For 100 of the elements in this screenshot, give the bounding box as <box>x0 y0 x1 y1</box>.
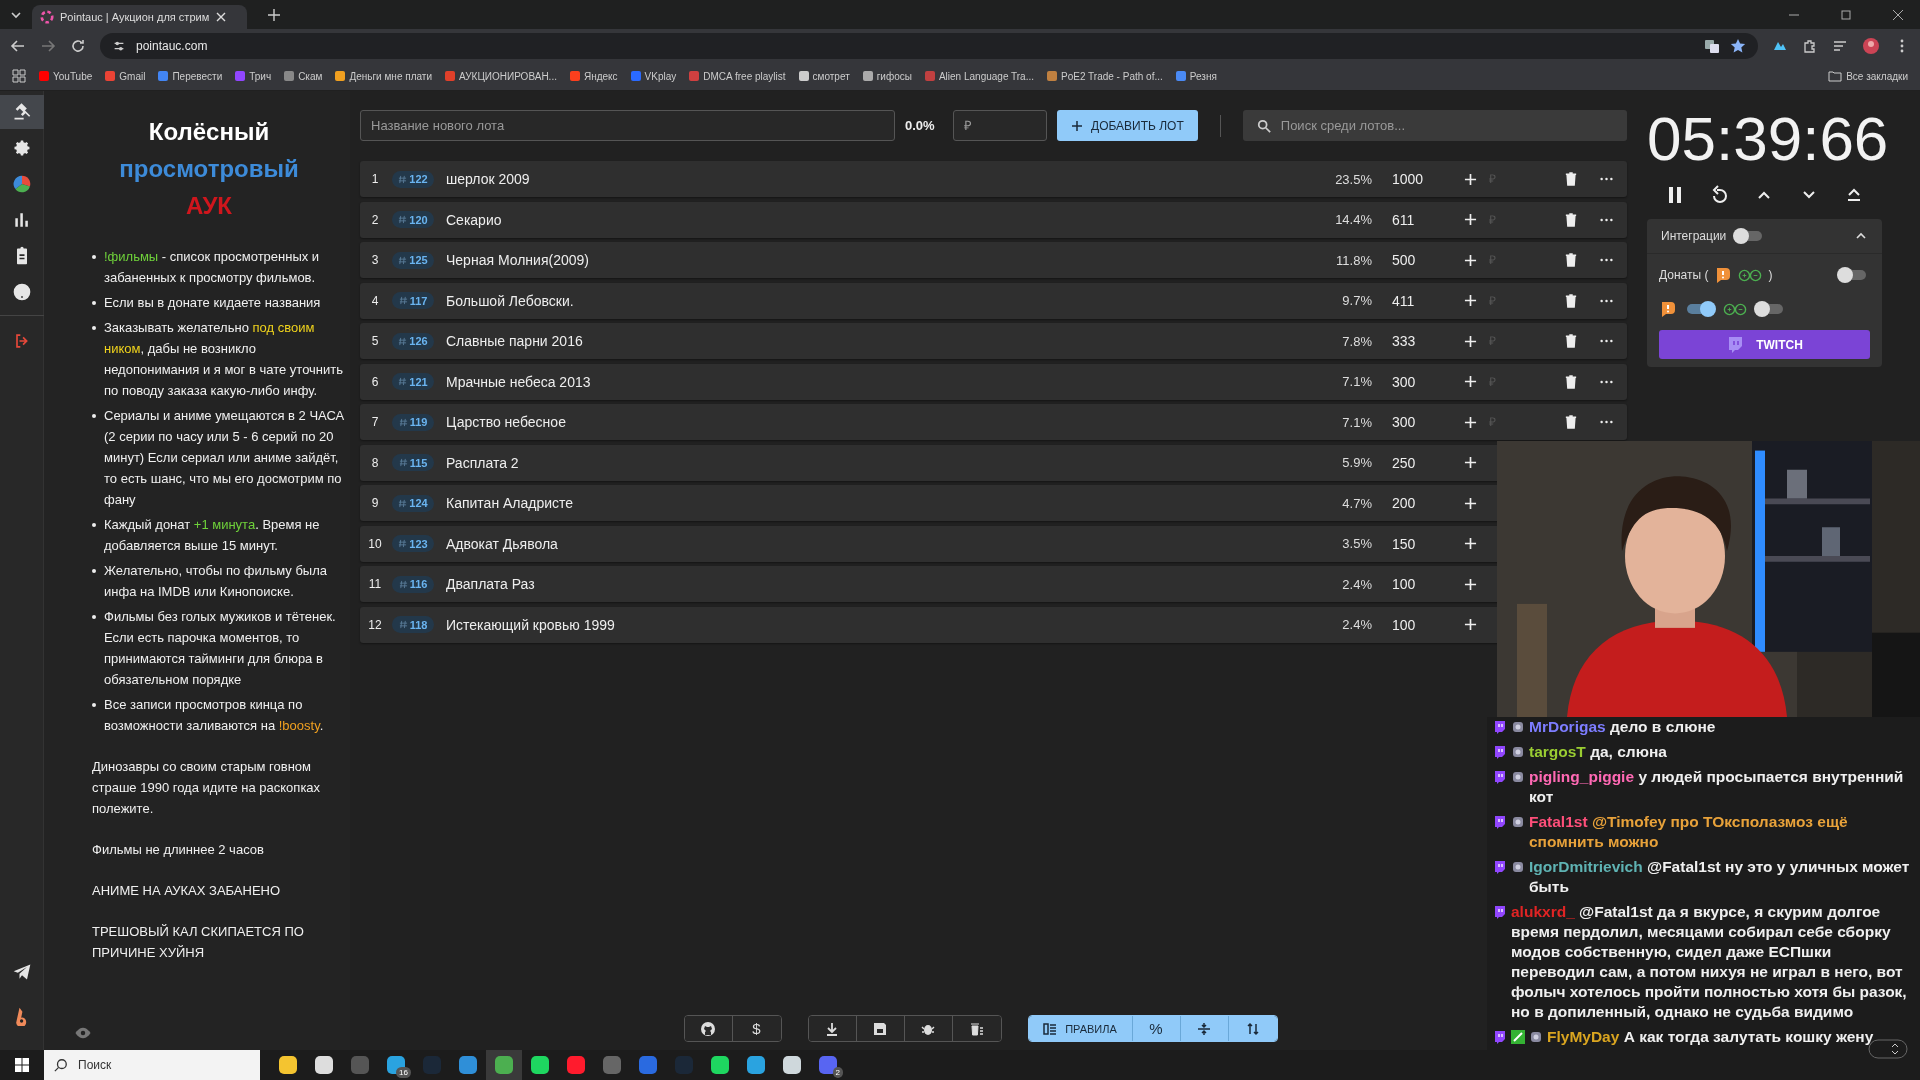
bookmark[interactable]: YouTube <box>39 70 93 82</box>
bookmark[interactable]: смотрет <box>798 70 850 82</box>
rules-button[interactable]: ПРАВИЛА <box>1028 1016 1133 1041</box>
add-amount-field[interactable]: ₽ <box>1487 368 1561 395</box>
plus-icon[interactable] <box>1464 334 1477 348</box>
bookmark[interactable]: Скам <box>284 70 323 82</box>
plus-icon[interactable] <box>1464 375 1477 388</box>
bookmark[interactable]: Яндекс <box>569 70 618 82</box>
trash-icon[interactable] <box>1565 374 1577 389</box>
add-amount-field[interactable]: ₽ <box>1487 328 1561 354</box>
all-bookmarks-link[interactable]: Все закладки <box>1828 69 1908 83</box>
trash-icon[interactable] <box>1565 172 1577 186</box>
more-icon[interactable] <box>1600 217 1613 222</box>
bookmark[interactable]: Трич <box>235 70 272 82</box>
trash-icon[interactable] <box>1565 334 1577 348</box>
new-tab-icon[interactable] <box>267 7 281 22</box>
bookmark[interactable]: Перевести <box>158 70 223 82</box>
browser-tab[interactable]: Pointauc | Аукцион для стрим <box>32 5 247 29</box>
add-amount-field[interactable]: ₽ <box>1487 166 1561 192</box>
github-button[interactable] <box>684 1016 733 1041</box>
donate-button[interactable]: $ <box>732 1016 781 1041</box>
add-amount-field[interactable]: ₽ <box>1487 287 1561 314</box>
plus-icon[interactable] <box>1464 172 1477 186</box>
chat-message: Fatal1st @Timofey про ТОксполазмоз ещё спомнить можно <box>1529 812 1849 852</box>
taskbar-app[interactable]: 2 <box>810 1050 846 1080</box>
lot-id-tag: 116 <box>392 575 434 593</box>
bookmark[interactable]: Резня <box>1175 70 1217 82</box>
bullet-dot <box>92 255 96 259</box>
bookmark[interactable]: Alien Language Tra... <box>924 70 1034 82</box>
close-window-icon[interactable] <box>1892 8 1904 21</box>
rule-note: АНИМЕ НА АУКАХ ЗАБАНЕНО <box>92 882 282 900</box>
bookmark[interactable]: PoE2 Trade - Path of... <box>1047 70 1163 82</box>
bookmark[interactable]: DMCA free playlist <box>689 70 786 82</box>
lot-name-field[interactable]: Название нового лота <box>360 110 895 141</box>
percent-button[interactable]: % <box>1132 1016 1181 1041</box>
add-amount-field[interactable]: ₽ <box>1487 206 1561 233</box>
hash-icon <box>398 620 408 629</box>
trash-icon[interactable] <box>1565 212 1577 227</box>
bookmark[interactable]: гифосы <box>862 70 912 82</box>
bookmark[interactable]: АУКЦИОНИРОВАН... <box>445 70 557 82</box>
trash-icon[interactable] <box>1565 293 1577 308</box>
more-icon[interactable] <box>1600 379 1613 384</box>
translate-icon[interactable] <box>1704 37 1720 54</box>
plus-icon[interactable] <box>1464 415 1477 429</box>
list-icon <box>1043 1021 1058 1036</box>
taskbar-search-field[interactable]: Поиск <box>44 1050 260 1080</box>
more-icon[interactable] <box>1600 177 1613 181</box>
toggle-switch[interactable] <box>1736 231 1763 241</box>
add-amount-field[interactable]: ₽ <box>1487 247 1561 273</box>
address-bar[interactable]: pointauc.com <box>100 32 1758 59</box>
download-button[interactable] <box>808 1016 857 1041</box>
compress-button[interactable] <box>1180 1016 1229 1041</box>
sort-button[interactable] <box>1228 1016 1277 1041</box>
nav-item[interactable] <box>0 95 44 129</box>
lot-amount: 100 <box>1391 576 1417 592</box>
back-icon[interactable] <box>10 37 26 54</box>
amount-field[interactable]: ₽ <box>953 110 1047 141</box>
plus-icon[interactable] <box>1464 294 1477 307</box>
bookmark[interactable]: VKplay <box>630 70 677 82</box>
plus-icon[interactable] <box>1464 253 1477 267</box>
chat-message: FlyMyDay А как тогда залутать кошку жену <box>1547 1027 1875 1047</box>
forward-icon[interactable] <box>40 37 56 54</box>
bug-button[interactable] <box>904 1016 953 1041</box>
toggle-switch[interactable] <box>1757 304 1783 314</box>
twitch-button[interactable]: TWITCH <box>1659 330 1870 359</box>
search-field[interactable]: Поиск среди лотов... <box>1242 110 1627 141</box>
taskbar-app[interactable]: 16 <box>378 1050 414 1080</box>
clear-button[interactable] <box>952 1016 1001 1041</box>
plus-icon[interactable] <box>1464 577 1477 591</box>
bookmark-icon <box>1175 71 1186 81</box>
add-amount-field[interactable]: ₽ <box>1487 409 1561 435</box>
maximize-icon[interactable] <box>1840 8 1852 21</box>
bookmark[interactable]: Деньги мне плати <box>335 70 432 82</box>
trash-icon[interactable] <box>1565 253 1577 267</box>
add-lot-button[interactable]: ДОБАВИТЬ ЛОТ <box>1057 110 1198 141</box>
start-icon[interactable] <box>14 1057 30 1073</box>
profile-icon[interactable] <box>1862 36 1880 55</box>
apps-icon[interactable] <box>12 69 26 83</box>
percent-text: 0.0% <box>905 118 936 133</box>
more-icon[interactable] <box>1600 258 1613 262</box>
plus-icon[interactable] <box>1464 537 1477 550</box>
trash-icon[interactable] <box>1565 415 1577 429</box>
more-icon[interactable] <box>1600 420 1613 424</box>
plus-icon[interactable] <box>1464 456 1477 469</box>
plus-icon[interactable] <box>1464 618 1477 631</box>
plus-icon[interactable] <box>1464 496 1477 510</box>
puzzle-icon[interactable] <box>1802 37 1818 54</box>
plus-icon[interactable] <box>1464 213 1477 226</box>
bullet-dot <box>92 615 96 619</box>
toggle-switch[interactable] <box>1840 270 1866 280</box>
save-button[interactable] <box>856 1016 905 1041</box>
bookmark-icon <box>1047 71 1057 81</box>
close-icon[interactable] <box>215 11 228 23</box>
toggle-switch[interactable] <box>1687 304 1713 314</box>
more-icon[interactable] <box>1600 339 1613 343</box>
star-icon[interactable] <box>1730 37 1746 54</box>
reload-icon[interactable] <box>70 37 86 54</box>
bookmark[interactable]: Gmail <box>105 70 146 82</box>
more-icon[interactable] <box>1600 298 1613 303</box>
lot-name: Секарио <box>446 211 503 228</box>
